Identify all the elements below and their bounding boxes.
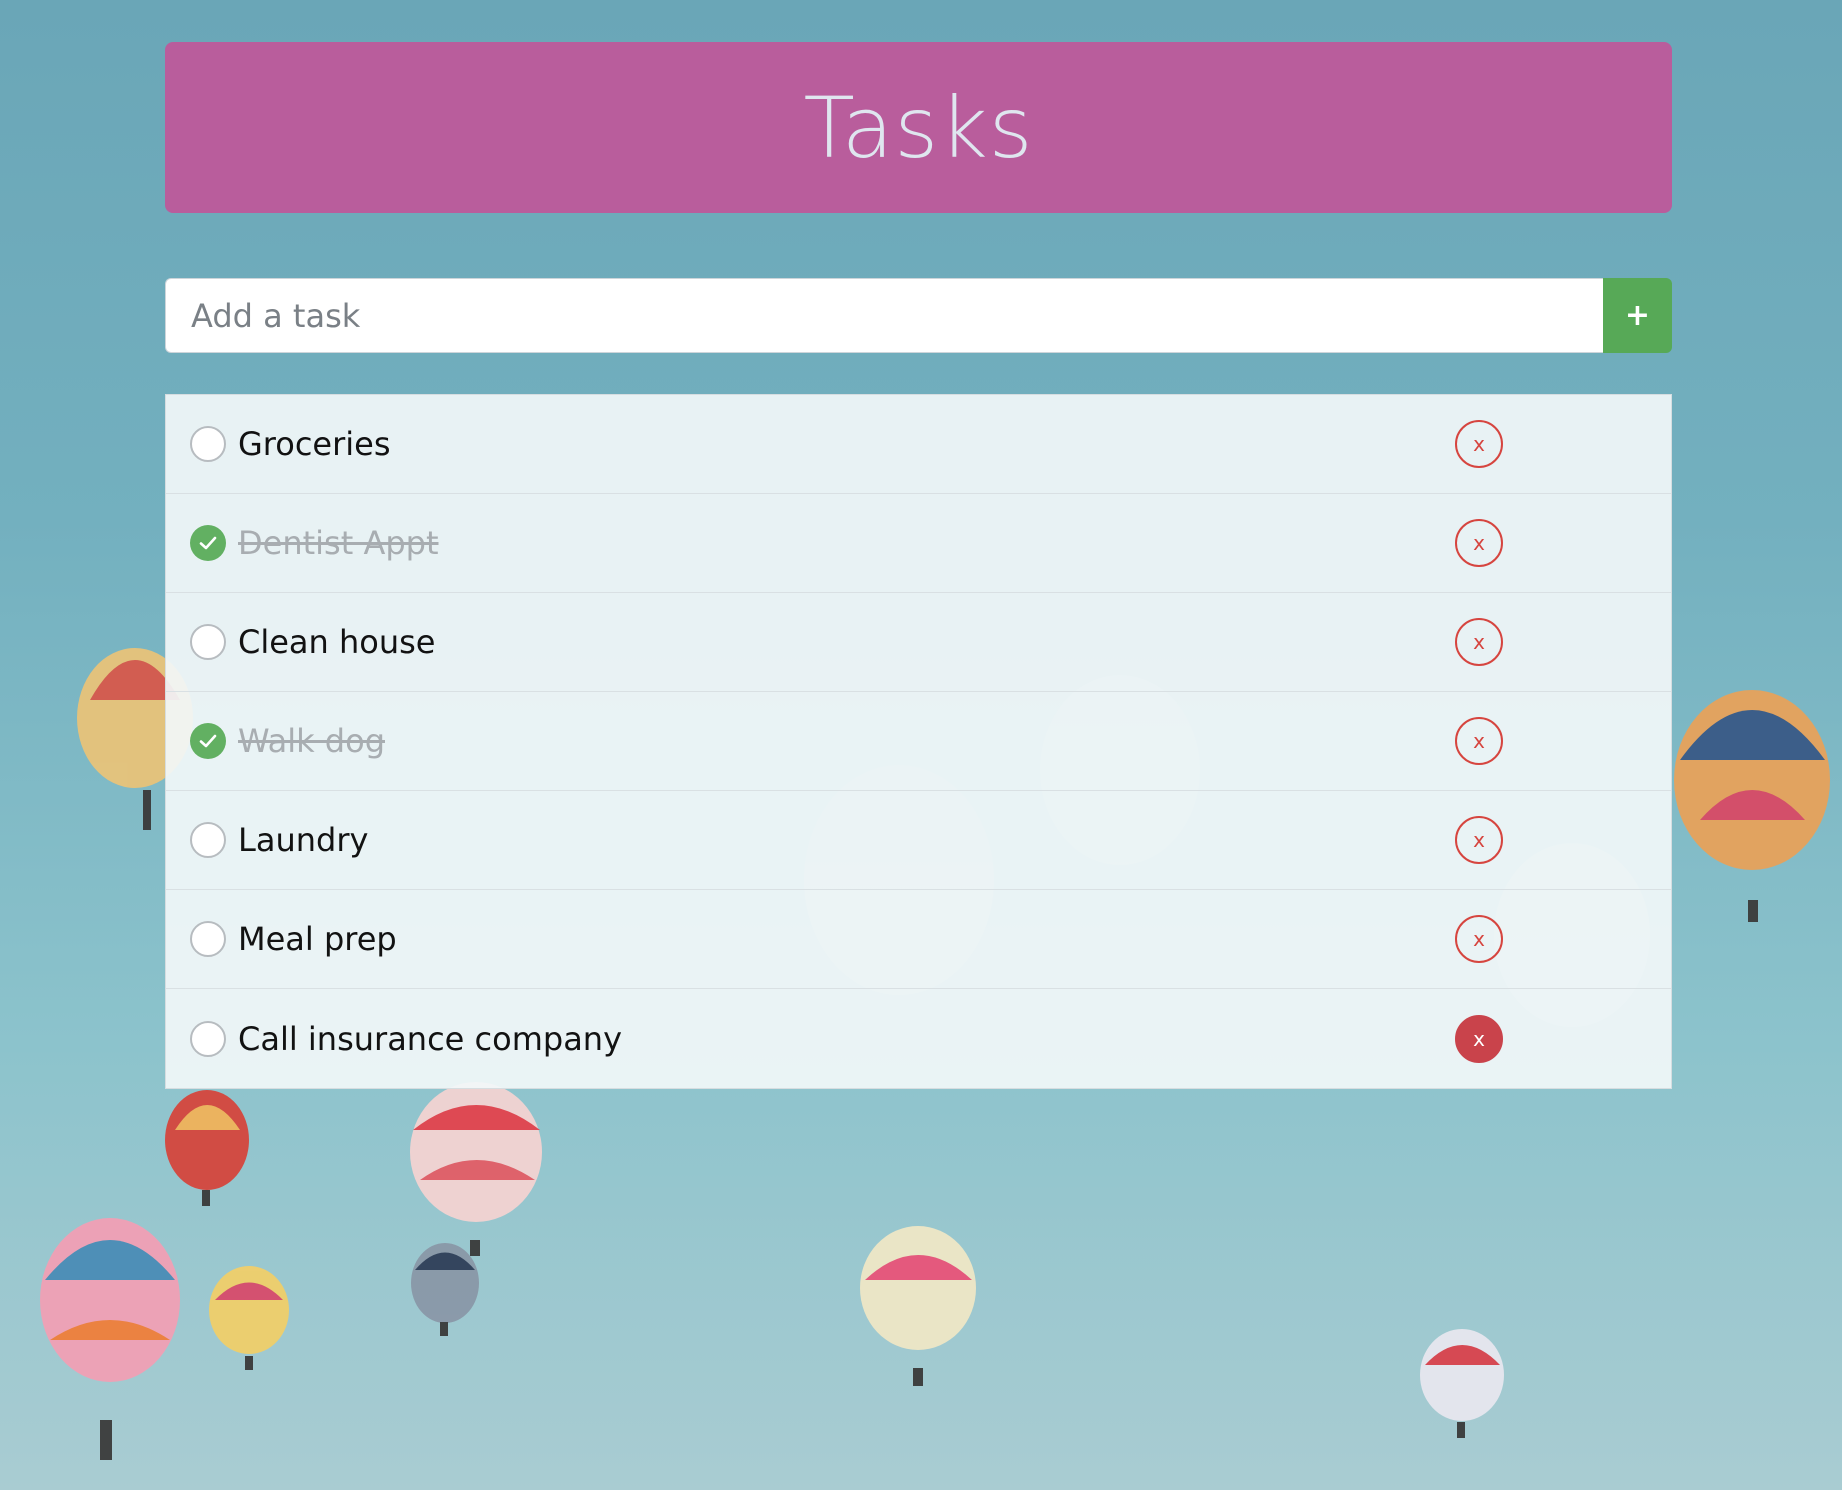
list-item: Call insurance company x bbox=[166, 989, 1671, 1088]
empty-circle-icon[interactable] bbox=[190, 921, 226, 957]
task-label[interactable]: Clean house bbox=[238, 623, 435, 661]
balloon-decoration bbox=[1674, 690, 1830, 922]
task-label[interactable]: Walk dog bbox=[238, 722, 385, 760]
balloon-decoration bbox=[209, 1266, 289, 1370]
todo-app: Tasks + GroceriesxDentist ApptxClean hou… bbox=[165, 42, 1672, 1105]
balloon-decoration bbox=[411, 1243, 479, 1336]
empty-circle-icon[interactable] bbox=[190, 624, 226, 660]
list-item: Laundry x bbox=[166, 791, 1671, 890]
balloon-decoration bbox=[1420, 1329, 1504, 1438]
check-circle-icon[interactable] bbox=[190, 525, 226, 561]
task-label[interactable]: Laundry bbox=[238, 821, 368, 859]
header-banner: Tasks bbox=[165, 42, 1672, 213]
empty-circle-icon[interactable] bbox=[190, 822, 226, 858]
list-item: Clean house x bbox=[166, 593, 1671, 692]
balloon-decoration bbox=[40, 1218, 180, 1460]
balloon-decoration bbox=[165, 1090, 249, 1206]
delete-task-button[interactable]: x bbox=[1455, 618, 1503, 666]
empty-circle-icon[interactable] bbox=[190, 1020, 226, 1057]
add-task-form: + bbox=[165, 278, 1672, 353]
list-item: Walk dog x bbox=[166, 692, 1671, 791]
delete-task-button[interactable]: x bbox=[1455, 519, 1503, 567]
list-item: Groceries x bbox=[166, 395, 1671, 494]
delete-task-button[interactable]: x bbox=[1455, 717, 1503, 765]
task-label[interactable]: Meal prep bbox=[238, 920, 397, 958]
delete-task-button[interactable]: x bbox=[1455, 816, 1503, 864]
add-task-input[interactable] bbox=[165, 278, 1603, 353]
task-label[interactable]: Dentist Appt bbox=[238, 524, 439, 562]
add-task-button[interactable]: + bbox=[1603, 278, 1672, 353]
task-list: Groceries x Dentist Appt x Clean house x Walk … bbox=[165, 394, 1672, 1089]
list-item: Meal prep x bbox=[166, 890, 1671, 989]
delete-task-button[interactable]: x bbox=[1455, 915, 1503, 963]
task-label[interactable]: Groceries bbox=[238, 425, 391, 463]
balloon-decoration bbox=[410, 1082, 542, 1256]
balloon-decoration bbox=[860, 1226, 976, 1386]
check-circle-icon[interactable] bbox=[190, 723, 226, 759]
task-label[interactable]: Call insurance company bbox=[238, 1020, 622, 1058]
delete-task-button[interactable]: x bbox=[1455, 1014, 1503, 1063]
delete-task-button[interactable]: x bbox=[1455, 420, 1503, 468]
list-item: Dentist Appt x bbox=[166, 494, 1671, 593]
empty-circle-icon[interactable] bbox=[190, 426, 226, 462]
page-title: Tasks bbox=[803, 78, 1034, 177]
